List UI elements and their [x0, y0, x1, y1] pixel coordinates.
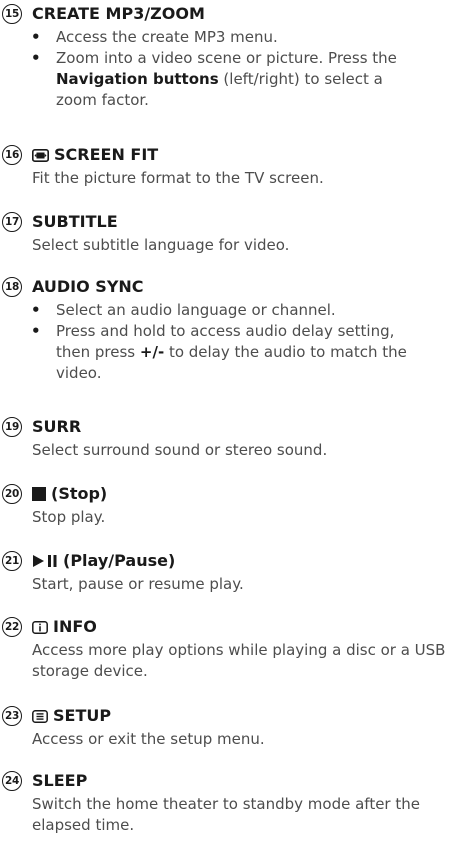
play-pause-icon — [32, 554, 58, 568]
entry-description: Select surround sound or stereo sound. — [32, 441, 328, 459]
entry-title: CREATE MP3/ZOOM — [32, 4, 205, 23]
entry-subtitle: 17 SUBTITLE Select subtitle language for… — [0, 211, 453, 256]
entry-title: SUBTITLE — [32, 212, 118, 231]
entry-play-pause: 21 (Play/Pause) Start, pause or resume p… — [0, 550, 453, 595]
entry-number-badge: 21 — [2, 551, 22, 571]
bullet-list: • Select an audio language or channel. • P… — [0, 300, 453, 384]
bullet-dot: • — [31, 301, 41, 319]
entry-number-badge: 22 — [2, 617, 22, 637]
entry-number-badge: 18 — [2, 277, 22, 297]
entry-number-badge: 23 — [2, 706, 22, 726]
entry-description: Switch the home theater to standby mode … — [32, 795, 420, 834]
entry-number-badge: 20 — [2, 484, 22, 504]
manual-page: 15 CREATE MP3/ZOOM • Access the create MP… — [0, 0, 453, 852]
entry-title: SETUP — [32, 706, 111, 726]
entry-audio-sync: 18 AUDIO SYNC • Select an audio language … — [0, 276, 453, 384]
entry-title: (Stop) — [32, 484, 107, 504]
entry-sleep: 24 SLEEP Switch the home theater to stan… — [0, 770, 453, 836]
entry-title: SCREEN FIT — [32, 145, 158, 165]
info-icon — [32, 620, 48, 634]
entry-title: SURR — [32, 417, 82, 436]
entry-title: (Play/Pause) — [32, 551, 175, 571]
bullet-list: • Access the create MP3 menu. • Zoom into … — [0, 27, 453, 111]
entry-number-badge: 16 — [2, 145, 22, 165]
setup-icon — [32, 709, 48, 723]
entry-number-badge: 17 — [2, 212, 22, 232]
bullet-dot: • — [31, 49, 41, 67]
plus-minus-term: +/- — [139, 343, 165, 361]
entry-number-badge: 19 — [2, 417, 22, 437]
entry-description: Access more play options while playing a… — [32, 641, 446, 680]
screen-fit-icon — [32, 148, 49, 162]
bullet-item: • Select an audio language or channel. — [31, 301, 336, 319]
bullet-item: • Zoom into a video scene or picture. Pre… — [31, 49, 397, 109]
entry-description: Access or exit the setup menu. — [32, 730, 265, 748]
entry-description: Fit the picture format to the TV screen. — [32, 169, 324, 187]
entry-surr: 19 SURR Select surround sound or stereo … — [0, 416, 453, 461]
entry-description: Start, pause or resume play. — [32, 575, 244, 593]
bullet-item: • Press and hold to access audio delay se… — [31, 322, 407, 382]
stop-icon — [32, 487, 46, 501]
entry-info: 22 INFO Access more play options while p… — [0, 616, 453, 682]
entry-title: INFO — [32, 617, 97, 637]
entry-screen-fit: 16 SCREEN FIT Fit the picture format to … — [0, 144, 453, 189]
bullet-dot: • — [31, 322, 41, 340]
bullet-item: • Access the create MP3 menu. — [31, 28, 278, 46]
entry-title: AUDIO SYNC — [32, 277, 144, 296]
entry-number-badge: 15 — [2, 4, 22, 24]
entry-create-mp3-zoom: 15 CREATE MP3/ZOOM • Access the create MP… — [0, 3, 453, 111]
entry-stop: 20 (Stop) Stop play. — [0, 483, 453, 528]
navigation-buttons-term: Navigation buttons — [56, 70, 219, 88]
entry-setup: 23 SETUP Access or exit the setup menu. — [0, 705, 453, 750]
bullet-dot: • — [31, 28, 41, 46]
entry-title: SLEEP — [32, 771, 88, 790]
entry-description: Select subtitle language for video. — [32, 236, 290, 254]
entry-number-badge: 24 — [2, 771, 22, 791]
entry-description: Stop play. — [32, 508, 106, 526]
